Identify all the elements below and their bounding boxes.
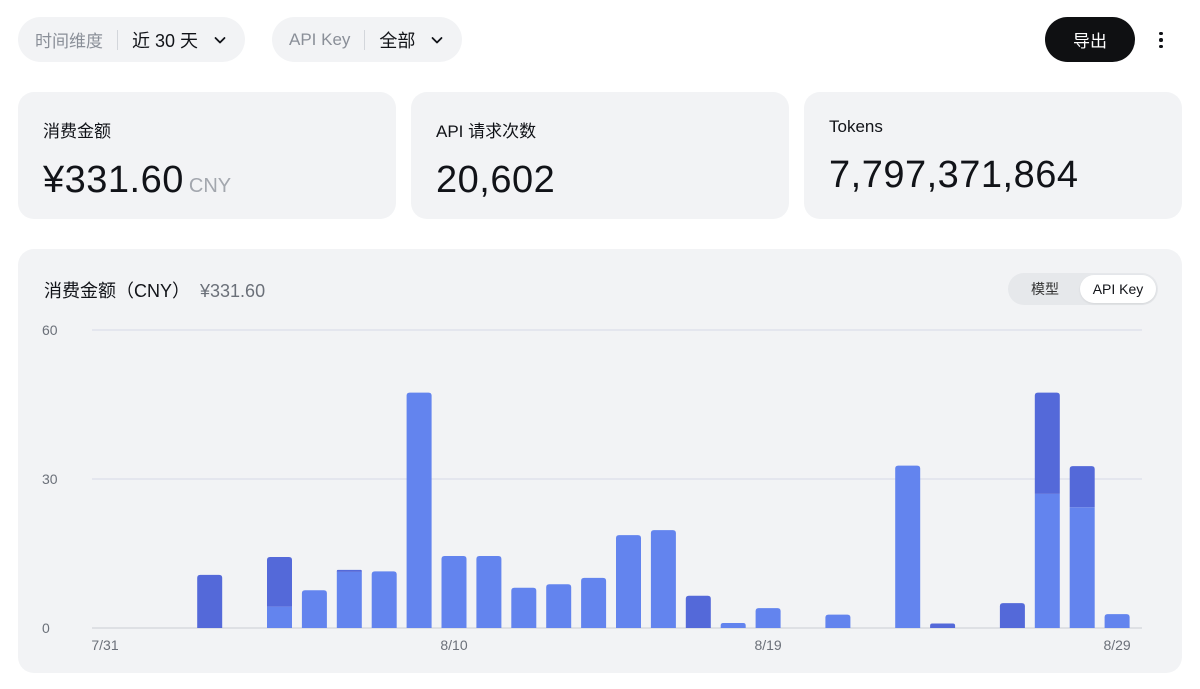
bar-segment xyxy=(720,623,746,628)
bar-segment xyxy=(616,535,641,628)
chevron-down-icon xyxy=(430,33,444,47)
x-tick-label: 8/19 xyxy=(754,637,781,653)
chevron-down-icon xyxy=(213,33,227,47)
bar-segment xyxy=(1034,392,1060,494)
bar-segment xyxy=(197,574,223,628)
bar-segment xyxy=(999,603,1025,628)
y-tick-label: 60 xyxy=(42,322,58,338)
stat-value: 7,797,371,864 xyxy=(829,154,1079,196)
bar-segment xyxy=(1104,614,1130,628)
stat-value: ¥331.60 CNY xyxy=(43,159,370,202)
time-filter-label: 时间维度 xyxy=(35,32,103,51)
bar-segment xyxy=(895,465,921,628)
cost-unit: CNY xyxy=(188,175,232,197)
stat-title: Tokens xyxy=(829,117,883,136)
y-tick-label: 0 xyxy=(42,620,50,636)
bar-segment xyxy=(755,608,781,628)
bar-segment xyxy=(930,623,956,628)
bar-segment xyxy=(825,614,851,628)
divider xyxy=(117,29,118,50)
stat-value: 20,602 xyxy=(436,159,556,201)
bar-segment xyxy=(406,392,432,628)
bar-segment xyxy=(476,555,502,628)
stat-title: API 请求次数 xyxy=(436,122,537,141)
bar-segment xyxy=(1069,466,1095,508)
x-tick-label: 8/29 xyxy=(1103,637,1130,653)
x-tick-label: 7/31 xyxy=(91,637,118,653)
stat-title: 消费金额 xyxy=(43,122,111,141)
bar-segment xyxy=(267,606,292,628)
stat-card-cost: 消费金额 ¥331.60 CNY xyxy=(18,92,396,219)
stat-card-requests: API 请求次数 20,602 xyxy=(411,92,789,219)
bar-segment xyxy=(301,590,327,628)
export-button[interactable]: 导出 xyxy=(1045,17,1135,62)
bar-segment xyxy=(581,577,607,628)
apikey-filter-value: 全部 xyxy=(379,30,416,51)
bar-segment xyxy=(546,584,572,628)
bar-segment xyxy=(511,587,537,628)
cost-chart-panel: 消费金额（CNY） ¥331.60 模型 API Key 0 30 60 7/31 8/1… xyxy=(18,249,1182,673)
divider xyxy=(364,29,366,50)
x-tick-label: 8/10 xyxy=(440,637,467,653)
bar-segment xyxy=(267,556,292,607)
bar-segment xyxy=(685,595,711,628)
stat-card-tokens: Tokens 7,797,371,864 xyxy=(804,92,1182,219)
bar-segment xyxy=(441,555,467,628)
apikey-filter-label: API Key xyxy=(289,29,351,49)
y-tick-label: 30 xyxy=(42,471,58,487)
cost-amount: ¥331.60 xyxy=(43,159,184,201)
time-filter[interactable]: 时间维度 近 30 天 xyxy=(18,17,246,62)
bar-segment xyxy=(336,569,362,572)
bar-segment xyxy=(650,530,676,628)
bar-segment xyxy=(1069,507,1095,628)
apikey-filter[interactable]: API Key 全部 xyxy=(272,17,463,62)
bar-chart: 0 30 60 7/31 8/10 8/19 8/29 xyxy=(42,322,1142,653)
bar-segment xyxy=(336,571,362,628)
bar-segment xyxy=(1034,493,1060,628)
time-filter-value: 近 30 天 xyxy=(132,30,199,51)
more-options-icon[interactable] xyxy=(1150,28,1172,52)
bar-segment xyxy=(371,571,397,628)
